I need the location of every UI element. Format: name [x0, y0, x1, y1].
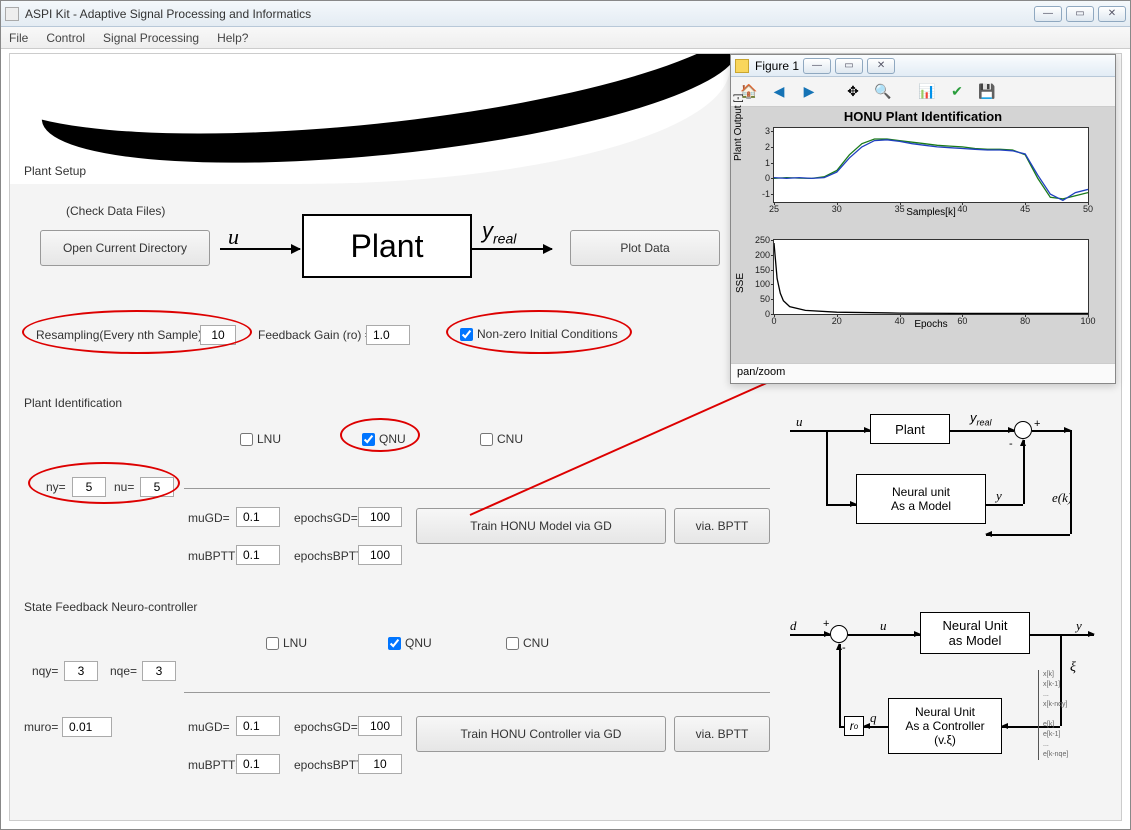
zoom-icon[interactable]: 🔍: [871, 80, 895, 104]
controller-heading: State Feedback Neuro-controller: [24, 600, 197, 614]
muro-input[interactable]: [62, 717, 112, 737]
back-icon[interactable]: ◀: [767, 80, 791, 104]
figure-icon: [735, 59, 749, 73]
window-title: ASPI Kit - Adaptive Signal Processing an…: [25, 7, 311, 21]
figure-close-button[interactable]: ✕: [867, 58, 895, 74]
axes-config-icon[interactable]: ✔: [945, 80, 969, 104]
open-dir-label: Open Current Directory: [63, 241, 187, 255]
plantid-lnu-checkbox[interactable]: LNU: [240, 432, 281, 446]
minimize-button[interactable]: —: [1034, 6, 1062, 22]
figure-toolbar: 🏠 ◀ ▶ ✥ 🔍 📊 ✔ 💾: [731, 77, 1115, 107]
nonzero-label: Non-zero Initial Conditions: [477, 327, 618, 341]
train-honu-controller-bptt-button[interactable]: via. BPTT: [674, 716, 770, 752]
yreal-arrow: [472, 248, 552, 250]
menu-file[interactable]: File: [9, 31, 28, 45]
plantid-mubptt-label: muBPTT=: [188, 549, 242, 563]
check-files-label: (Check Data Files): [66, 204, 165, 218]
plantid-mugd-label: muGD=: [188, 511, 230, 525]
feedback-gain-input[interactable]: [366, 325, 410, 345]
ctl-epochsgd-input[interactable]: [358, 716, 402, 736]
chart1-ylabel: Plant Output [-]: [733, 94, 744, 161]
plot-data-button[interactable]: Plot Data: [570, 230, 720, 266]
nonzero-initial-checkbox[interactable]: Non-zero Initial Conditions: [460, 327, 618, 341]
feedback-gain-label: Feedback Gain (ro) =: [258, 328, 372, 342]
ny-label: ny=: [46, 480, 66, 494]
yreal-label: yreal: [482, 218, 516, 246]
pan-icon[interactable]: ✥: [841, 80, 865, 104]
plant-id-heading: Plant Identification: [24, 396, 122, 410]
menubar: File Control Signal Processing Help?: [1, 27, 1130, 49]
chart2-xlabel: Epochs: [773, 319, 1089, 330]
plantid-qnu-checkbox[interactable]: QNU: [362, 432, 406, 446]
ctl-mubptt-label: muBPTT=: [188, 758, 242, 772]
ctl-epochsbptt-input[interactable]: [358, 754, 402, 774]
figure-window: Figure 1 — ▭ ✕ 🏠 ◀ ▶ ✥ 🔍 📊 ✔ 💾 Plant Out…: [730, 54, 1116, 384]
app-icon: [5, 7, 19, 21]
nqe-label: nqe=: [110, 664, 137, 678]
chart1-xlabel: Samples[k]: [773, 207, 1089, 218]
plantid-epochsgd-label: epochsGD=: [294, 511, 358, 525]
train-honu-model-gd-button[interactable]: Train HONU Model via GD: [416, 508, 666, 544]
plot-data-label: Plot Data: [620, 241, 669, 255]
ny-input[interactable]: [72, 477, 106, 497]
save-icon[interactable]: 💾: [975, 80, 999, 104]
plantid-epochsgd-input[interactable]: [358, 507, 402, 527]
figure-canvas[interactable]: Plant Output [-] HONU Plant Identificati…: [731, 107, 1115, 363]
main-titlebar: ASPI Kit - Adaptive Signal Processing an…: [1, 1, 1130, 27]
chart2-plot[interactable]: 050100150200250020406080100: [773, 239, 1089, 315]
plant-setup-heading: Plant Setup: [24, 164, 86, 178]
chart1-title: HONU Plant Identification: [731, 109, 1115, 124]
nqy-label: nqy=: [32, 664, 58, 678]
ctl-epochsgd-label: epochsGD=: [294, 720, 358, 734]
plantid-mubptt-input[interactable]: [236, 545, 280, 565]
figure-maximize-button[interactable]: ▭: [835, 58, 863, 74]
u-label: u: [228, 224, 239, 250]
resampling-input[interactable]: [200, 325, 236, 345]
controller-diagram: d + - u Neural Unit as Model y Neural Un…: [790, 604, 1120, 794]
figure-title: Figure 1: [755, 59, 799, 73]
plantid-cnu-checkbox[interactable]: CNU: [480, 432, 523, 446]
open-current-directory-button[interactable]: Open Current Directory: [40, 230, 210, 266]
plantid-epochsbptt-input[interactable]: [358, 545, 402, 565]
menu-control[interactable]: Control: [46, 31, 85, 45]
menu-help[interactable]: Help?: [217, 31, 248, 45]
figure-titlebar: Figure 1 — ▭ ✕: [731, 55, 1115, 77]
close-button[interactable]: ✕: [1098, 6, 1126, 22]
figure-minimize-button[interactable]: —: [803, 58, 831, 74]
menu-signal-processing[interactable]: Signal Processing: [103, 31, 199, 45]
nqy-input[interactable]: [64, 661, 98, 681]
nu-label: nu=: [114, 480, 134, 494]
ctl-mugd-label: muGD=: [188, 720, 230, 734]
chart1-plot[interactable]: -10123253035404550: [773, 127, 1089, 203]
plant-label: Plant: [351, 228, 424, 265]
ctl-mugd-input[interactable]: [236, 716, 280, 736]
maximize-button[interactable]: ▭: [1066, 6, 1094, 22]
u-arrow: [220, 248, 300, 250]
nu-input[interactable]: [140, 477, 174, 497]
nonzero-cb-input[interactable]: [460, 328, 473, 341]
ctl-qnu-checkbox[interactable]: QNU: [388, 636, 432, 650]
train-honu-model-bptt-button[interactable]: via. BPTT: [674, 508, 770, 544]
train-honu-controller-gd-button[interactable]: Train HONU Controller via GD: [416, 716, 666, 752]
subplots-config-icon[interactable]: 📊: [915, 80, 939, 104]
ctl-cnu-checkbox[interactable]: CNU: [506, 636, 549, 650]
resampling-label: Resampling(Every nth Sample) =: [36, 328, 212, 342]
decorative-header-swoosh: [10, 54, 730, 184]
ctl-mubptt-input[interactable]: [236, 754, 280, 774]
nqe-input[interactable]: [142, 661, 176, 681]
forward-icon[interactable]: ▶: [797, 80, 821, 104]
figure-status: pan/zoom: [731, 363, 1115, 383]
muro-label: muro=: [24, 720, 58, 734]
plantid-mugd-input[interactable]: [236, 507, 280, 527]
ctl-lnu-checkbox[interactable]: LNU: [266, 636, 307, 650]
plant-box: Plant: [302, 214, 472, 278]
identification-diagram: u Plant yreal + - e(k) Neural unit As a …: [790, 404, 1100, 554]
